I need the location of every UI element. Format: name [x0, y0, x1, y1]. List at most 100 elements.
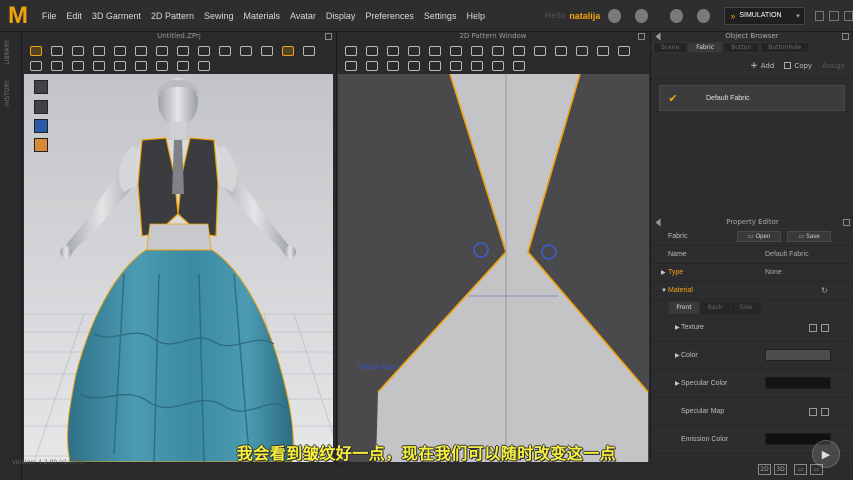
add-point-icon[interactable]	[406, 44, 420, 56]
specular-color-swatch[interactable]	[765, 377, 831, 389]
arrangement-icon[interactable]	[154, 59, 168, 71]
trace-icon[interactable]	[574, 44, 588, 56]
camera-view-icon[interactable]	[34, 80, 48, 94]
dart-icon[interactable]	[553, 44, 567, 56]
graphic-icon[interactable]	[427, 59, 441, 71]
collapse-icon[interactable]	[655, 218, 661, 227]
tab-fabric[interactable]: Fabric	[688, 42, 723, 53]
notch-icon[interactable]	[616, 44, 630, 56]
grid-icon[interactable]	[809, 324, 817, 332]
button-icon[interactable]	[490, 59, 504, 71]
name-value[interactable]: Default Fabric	[765, 251, 809, 258]
measure-icon[interactable]	[154, 44, 168, 56]
show-avatar-icon[interactable]	[238, 44, 252, 56]
fold-arrangement-icon[interactable]	[595, 44, 609, 56]
segment-sewing-icon[interactable]	[343, 59, 357, 71]
tab-side[interactable]: Side	[731, 302, 761, 314]
delete-icon[interactable]	[821, 408, 829, 416]
hanger-icon[interactable]	[91, 59, 105, 71]
layout-3d-icon[interactable]: 3D	[774, 464, 787, 475]
maximize-icon[interactable]	[829, 10, 839, 21]
shrink-icon[interactable]	[49, 59, 63, 71]
sew-icon[interactable]	[133, 59, 147, 71]
fold-point-right[interactable]	[541, 244, 557, 260]
color-swatch[interactable]	[765, 349, 831, 361]
material-row[interactable]: ▼ Material ↻	[651, 282, 853, 300]
edit-pattern-icon[interactable]	[364, 44, 378, 56]
tab-back[interactable]: Back	[700, 302, 730, 314]
copy-button[interactable]: Copy	[784, 62, 812, 70]
close-icon[interactable]	[843, 10, 853, 21]
select-move-icon[interactable]	[49, 44, 63, 56]
delete-icon[interactable]	[821, 324, 829, 332]
edit-curvature-icon[interactable]	[385, 44, 399, 56]
grid-icon[interactable]	[809, 408, 817, 416]
specular-map-row[interactable]: Specular Map	[651, 398, 853, 426]
avatar-display-icon[interactable]	[34, 100, 48, 114]
show-garment-icon[interactable]	[217, 44, 231, 56]
internal-polygon-icon[interactable]	[490, 44, 504, 56]
minimize-icon[interactable]	[814, 10, 825, 21]
user-info[interactable]: Hello natalija	[545, 11, 600, 21]
skin-display-icon[interactable]	[34, 138, 48, 152]
avatar-icon[interactable]	[196, 44, 210, 56]
select-mesh-icon[interactable]	[70, 44, 84, 56]
rectangle-icon[interactable]	[448, 44, 462, 56]
unfold-icon[interactable]	[175, 59, 189, 71]
pattern-piece[interactable]	[376, 74, 648, 462]
tab-buttonhole[interactable]: Buttonhole	[760, 42, 810, 53]
menu-file[interactable]: File	[42, 11, 57, 21]
settings-icon[interactable]	[635, 8, 649, 23]
topstitch-icon[interactable]	[448, 59, 462, 71]
check-sewing-icon[interactable]	[385, 59, 399, 71]
fold-point-left[interactable]	[473, 242, 489, 258]
fabric-list-item[interactable]: ✔ Default Fabric	[659, 85, 845, 111]
refresh-icon[interactable]: ↻	[821, 286, 828, 295]
specular-color-row[interactable]: ▶ Specular Color	[651, 370, 853, 398]
fabric-display-icon[interactable]	[34, 119, 48, 133]
buttonhole-icon[interactable]	[511, 59, 525, 71]
save-button[interactable]: ▭ Save	[787, 231, 831, 242]
history-tab[interactable]: HISTORY	[4, 80, 11, 106]
strengthen-icon[interactable]	[28, 59, 42, 71]
layout-2d-icon[interactable]: 2D	[758, 464, 771, 475]
menu-edit[interactable]: Edit	[66, 11, 82, 21]
edit-texture-icon[interactable]	[406, 59, 420, 71]
menu-materials[interactable]: Materials	[244, 11, 281, 21]
polygon-icon[interactable]	[427, 44, 441, 56]
type-row[interactable]: ▶ Type None	[651, 264, 853, 282]
type-value[interactable]: None	[765, 269, 782, 276]
speaker-icon[interactable]	[608, 8, 622, 23]
menu-sewing[interactable]: Sewing	[204, 11, 234, 21]
layout-split-icon[interactable]: ▭	[794, 464, 807, 475]
video-play-icon[interactable]: ▶	[812, 440, 840, 468]
garment-fit-icon[interactable]	[175, 44, 189, 56]
menu-help[interactable]: Help	[466, 11, 485, 21]
tack-icon[interactable]	[112, 44, 126, 56]
texture-icon[interactable]	[259, 44, 273, 56]
menu-preferences[interactable]: Preferences	[365, 11, 414, 21]
internal-rectangle-icon[interactable]	[511, 44, 525, 56]
2d-viewport[interactable]: Default Fabric	[338, 74, 649, 462]
circle-icon[interactable]	[469, 44, 483, 56]
color-row[interactable]: ▶ Color	[651, 342, 853, 370]
tab-button[interactable]: Button	[723, 42, 760, 53]
transform-pattern-icon[interactable]	[343, 44, 357, 56]
menu-avatar[interactable]: Avatar	[290, 11, 316, 21]
add-button[interactable]: + Add	[750, 61, 774, 71]
expand-icon[interactable]	[843, 219, 850, 226]
help-icon[interactable]	[670, 8, 684, 23]
menu-settings[interactable]: Settings	[424, 11, 457, 21]
expand-icon[interactable]	[842, 33, 849, 40]
3d-viewport[interactable]	[24, 74, 333, 462]
grain-icon[interactable]	[112, 59, 126, 71]
free-sewing-icon[interactable]	[364, 59, 378, 71]
pleat-icon[interactable]	[469, 59, 483, 71]
menu-2d-pattern[interactable]: 2D Pattern	[151, 11, 194, 21]
expand-icon[interactable]	[638, 33, 645, 40]
tab-front[interactable]: Front	[669, 302, 699, 314]
record-icon[interactable]	[196, 59, 210, 71]
menu-3d-garment[interactable]: 3D Garment	[92, 11, 141, 21]
fitting-suit-icon[interactable]	[70, 59, 84, 71]
mode-selector[interactable]: » SIMULATION ▾	[724, 6, 805, 25]
